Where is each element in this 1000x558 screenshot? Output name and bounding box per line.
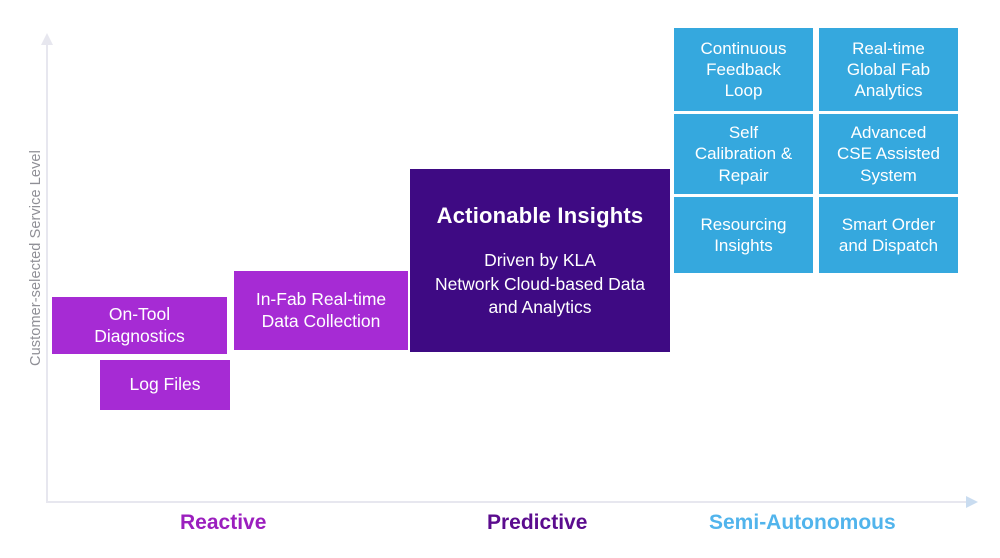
box-actionable-insights[interactable]: Actionable Insights Driven by KLA Networ… <box>410 169 670 352</box>
y-axis-line <box>46 44 48 503</box>
box-line-2: Insights <box>714 236 773 255</box>
box-line-2: CSE Assisted <box>837 144 940 164</box>
box-line-2: Global Fab <box>846 59 931 79</box>
box-smart-order-and-dispatch[interactable]: Smart Order and Dispatch <box>819 197 958 273</box>
actionable-insights-title: Actionable Insights <box>436 202 644 228</box>
box-in-fab-real-time-data-collection[interactable]: In-Fab Real-time Data Collection <box>234 271 408 350</box>
box-resourcing-insights[interactable]: Resourcing Insights <box>674 197 813 273</box>
actionable-insights-subtitle-line-2: Network Cloud-based Data <box>434 273 646 294</box>
box-continuous-feedback-loop[interactable]: Continuous Feedback Loop <box>674 28 813 111</box>
arrow-up-icon <box>41 33 53 45</box>
box-line-1: Advanced <box>850 123 927 143</box>
x-axis-line <box>46 501 971 503</box>
box-line-3: Analytics <box>854 81 923 101</box>
box-line-1: Smart Order <box>841 214 936 234</box>
box-line-3: Repair <box>718 165 769 185</box>
actionable-insights-subtitle-line-1: Driven by KLA <box>484 250 596 271</box>
maturity-staircase-diagram: Customer-selected Service Level On-Tool … <box>0 0 1000 558</box>
stage-label-predictive: Predictive <box>487 511 588 534</box>
box-self-calibration-and-repair[interactable]: Self Calibration & Repair <box>674 114 813 194</box>
box-on-tool-diagnostics[interactable]: On-Tool Diagnostics <box>52 297 227 354</box>
box-line-3: System <box>860 165 917 185</box>
box-line-1: Real-time <box>852 38 925 58</box>
actionable-insights-subtitle-line-3: and Analytics <box>488 296 592 317</box>
box-line-2: Feedback <box>706 59 781 79</box>
box-line-1: Resourcing <box>700 214 787 234</box>
box-line-3: Loop <box>724 81 763 101</box>
box-line-2: and Dispatch <box>838 236 939 255</box>
stage-label-semi-autonomous: Semi-Autonomous <box>709 511 896 534</box>
arrow-right-icon <box>966 496 978 508</box>
box-line-2: Diagnostics <box>94 325 185 346</box>
box-line-2: Data Collection <box>261 310 381 331</box>
box-line-1: Log Files <box>129 374 201 395</box>
box-advanced-cse-assisted-system[interactable]: Advanced CSE Assisted System <box>819 114 958 194</box>
y-axis-label: Customer-selected Service Level <box>28 150 44 366</box>
stage-label-reactive: Reactive <box>180 511 267 534</box>
box-line-2: Calibration & <box>694 144 793 164</box>
box-line-1: In-Fab Real-time <box>255 288 387 309</box>
box-line-1: Continuous <box>700 38 787 58</box>
box-log-files[interactable]: Log Files <box>100 360 230 410</box>
box-line-1: Self <box>728 123 759 143</box>
box-real-time-global-fab-analytics[interactable]: Real-time Global Fab Analytics <box>819 28 958 111</box>
box-line-1: On-Tool <box>108 303 171 324</box>
